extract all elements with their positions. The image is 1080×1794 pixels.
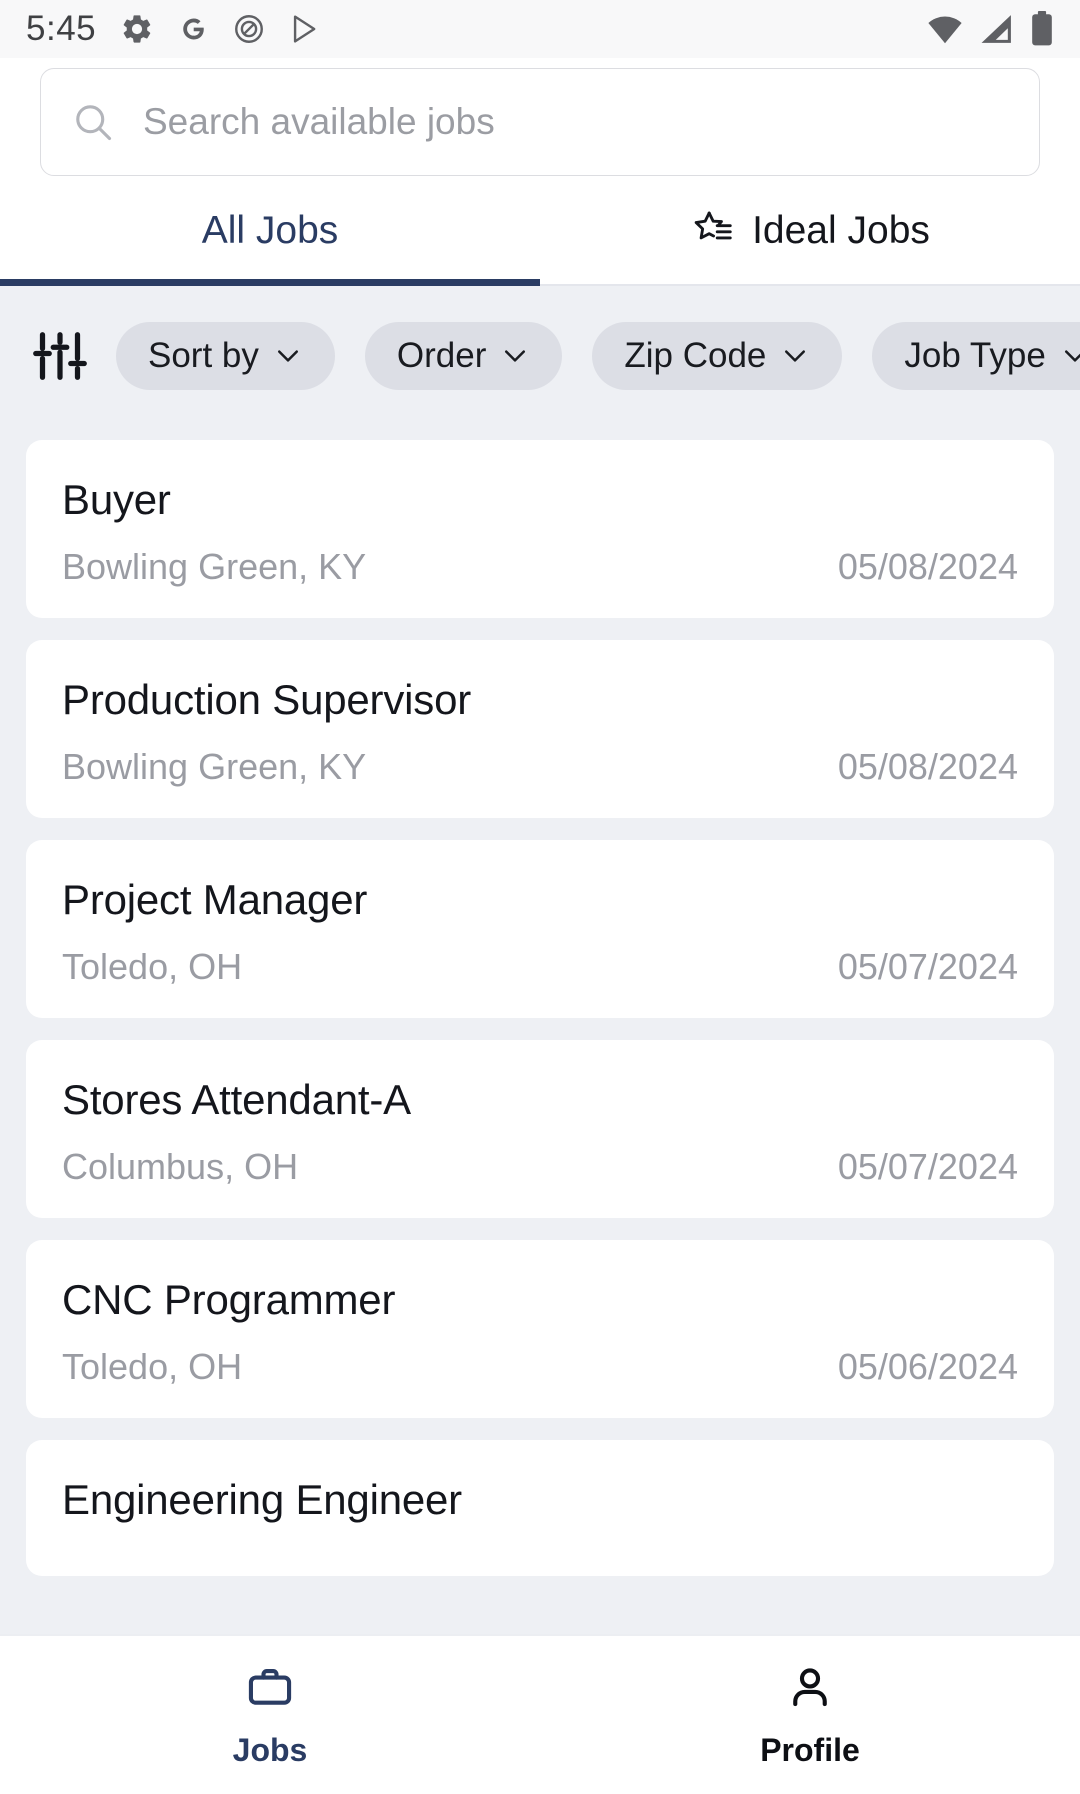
- job-title: Buyer: [62, 476, 171, 523]
- job-title: Project Manager: [62, 876, 368, 923]
- job-date: 05/07/2024: [837, 946, 1018, 987]
- job-meta: Bowling Green, KY 05/08/2024: [62, 746, 1018, 788]
- search-placeholder: Search available jobs: [143, 101, 495, 142]
- chevron-down-icon: [1064, 350, 1080, 362]
- job-meta: Columbus, OH 05/07/2024: [62, 1146, 1018, 1188]
- filter-chip-job-type-label: Job Type: [904, 336, 1046, 375]
- tab-active-indicator: [0, 279, 540, 286]
- cellular-signal-icon: [981, 15, 1011, 43]
- app-root: 5:45 Search available jobs All Jobs Idea…: [0, 0, 1080, 1794]
- filter-chip-order-label: Order: [396, 336, 487, 375]
- chevron-down-icon: [785, 350, 806, 362]
- filter-chip-zip-code[interactable]: Zip Code: [592, 322, 843, 390]
- filter-chip-order[interactable]: Order: [364, 322, 563, 390]
- job-title: Production Supervisor: [62, 676, 472, 723]
- status-bar: 5:45: [0, 0, 1080, 58]
- tab-all-jobs[interactable]: All Jobs: [0, 176, 540, 286]
- table-row[interactable]: Buyer Bowling Green, KY 05/08/2024: [26, 440, 1054, 618]
- filter-tune-button[interactable]: [30, 326, 90, 386]
- job-title: CNC Programmer: [62, 1276, 396, 1323]
- job-location: Columbus, OH: [62, 1146, 299, 1187]
- briefcase-icon: [248, 1668, 292, 1705]
- nav-item-profile[interactable]: Profile: [540, 1636, 1080, 1794]
- status-system-icons: [926, 11, 1054, 47]
- job-title: Stores Attendant-A: [62, 1076, 411, 1123]
- job-meta: Toledo, OH 05/07/2024: [62, 946, 1018, 988]
- play-store-icon: [294, 15, 316, 43]
- status-time: 5:45: [26, 9, 97, 48]
- job-meta: Bowling Green, KY 05/08/2024: [62, 546, 1018, 588]
- filter-bar: Sort by Order Zip Code Job Type: [0, 286, 1080, 426]
- google-icon: [183, 18, 204, 40]
- filter-chip-list: Sort by Order Zip Code Job Type: [116, 322, 1080, 390]
- bottom-navigation: Jobs Profile: [0, 1634, 1080, 1794]
- job-meta: Toledo, OH 05/06/2024: [62, 1346, 1018, 1388]
- job-date: 05/07/2024: [837, 1146, 1018, 1187]
- filter-chip-zip-code-label: Zip Code: [624, 336, 767, 375]
- tab-ideal-jobs[interactable]: Ideal Jobs: [540, 176, 1080, 286]
- table-row[interactable]: CNC Programmer Toledo, OH 05/06/2024: [26, 1240, 1054, 1418]
- search-input[interactable]: Search available jobs: [40, 68, 1040, 176]
- job-date: 05/08/2024: [837, 746, 1018, 787]
- nav-item-jobs-label: Jobs: [232, 1731, 308, 1768]
- status-notification-icons: [120, 12, 322, 46]
- tune-sliders-icon: [33, 332, 87, 380]
- chevron-down-icon: [277, 350, 298, 362]
- tab-all-jobs-label: All Jobs: [201, 209, 339, 252]
- battery-icon: [1032, 11, 1052, 46]
- filter-chip-sort-by[interactable]: Sort by: [116, 322, 335, 390]
- job-title: Engineering Engineer: [62, 1476, 462, 1523]
- search-section: Search available jobs: [0, 58, 1080, 176]
- person-icon: [793, 1667, 827, 1706]
- search-icon: [76, 105, 112, 141]
- table-row[interactable]: Production Supervisor Bowling Green, KY …: [26, 640, 1054, 818]
- filter-chip-sort-by-label: Sort by: [148, 336, 259, 375]
- nav-item-jobs[interactable]: Jobs: [0, 1636, 540, 1794]
- job-date: 05/06/2024: [837, 1346, 1018, 1387]
- job-location: Bowling Green, KY: [62, 746, 367, 787]
- table-row[interactable]: Engineering Engineer: [26, 1440, 1054, 1576]
- job-tabs: All Jobs Ideal Jobs: [0, 176, 1080, 286]
- wifi-icon: [928, 16, 962, 44]
- job-location: Toledo, OH: [62, 1346, 243, 1387]
- filter-chip-job-type[interactable]: Job Type: [872, 322, 1080, 390]
- nav-item-profile-label: Profile: [760, 1731, 860, 1768]
- chevron-down-icon: [505, 350, 526, 362]
- table-row[interactable]: Project Manager Toledo, OH 05/07/2024: [26, 840, 1054, 1018]
- star-list-icon: [694, 211, 732, 240]
- job-date: 05/08/2024: [837, 546, 1018, 587]
- tab-ideal-jobs-label: Ideal Jobs: [752, 209, 930, 252]
- job-location: Toledo, OH: [62, 946, 243, 987]
- gear-icon: [123, 15, 151, 43]
- table-row[interactable]: Stores Attendant-A Columbus, OH 05/07/20…: [26, 1040, 1054, 1218]
- job-location: Bowling Green, KY: [62, 546, 367, 587]
- camera-lens-icon: [235, 15, 264, 43]
- job-list[interactable]: Buyer Bowling Green, KY 05/08/2024 Produ…: [0, 426, 1080, 1634]
